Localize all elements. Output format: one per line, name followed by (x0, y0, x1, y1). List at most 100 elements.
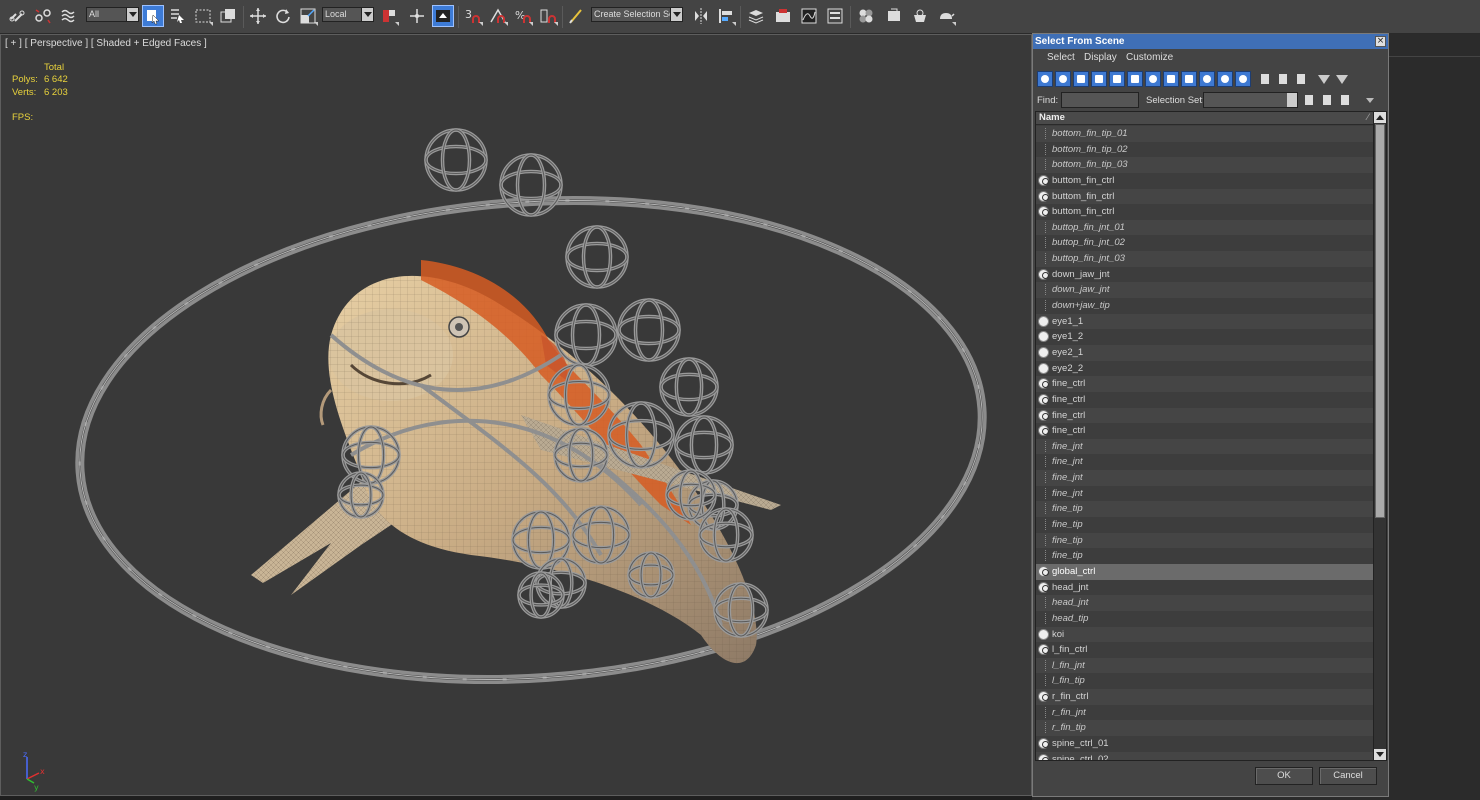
percent-snap-icon[interactable]: % (512, 5, 534, 27)
list-item[interactable]: eye1_2 (1036, 329, 1374, 345)
selection-set-add-icon[interactable] (1301, 92, 1317, 108)
display-groups-icon[interactable] (1145, 71, 1161, 87)
display-containers-icon[interactable] (1199, 71, 1215, 87)
layer-explorer-icon[interactable] (745, 5, 767, 27)
viewport-label[interactable]: [ + ] [ Perspective ] [ Shaded + Edged F… (5, 38, 207, 49)
list-item[interactable]: fine_tip (1036, 532, 1374, 549)
selection-filter-dropdown[interactable]: All (86, 7, 139, 22)
window-crossing-icon[interactable] (217, 5, 239, 27)
keyboard-shortcut-override-icon[interactable] (432, 5, 454, 27)
display-all-icon[interactable] (1257, 71, 1273, 87)
display-space-warps-icon[interactable] (1127, 71, 1143, 87)
list-item[interactable]: head_jnt (1036, 595, 1374, 611)
select-and-scale-icon[interactable] (297, 5, 319, 27)
bind-to-space-warp-icon[interactable] (58, 5, 80, 27)
list-item[interactable]: buttom_fin_ctrl (1036, 204, 1374, 220)
display-frozen-icon[interactable] (1217, 71, 1233, 87)
menu-display[interactable]: Display (1084, 52, 1117, 63)
list-item[interactable]: global_ctrl (1036, 563, 1374, 580)
toggle-ribbon-icon[interactable] (772, 5, 794, 27)
list-item[interactable]: down+jaw_tip (1036, 298, 1374, 314)
list-item[interactable]: fine_tip (1036, 501, 1374, 518)
list-item[interactable]: fine_tip (1036, 517, 1374, 533)
list-item[interactable]: bottom_fin_tip_03 (1036, 157, 1374, 173)
list-item[interactable]: r_fin_jnt (1036, 704, 1374, 721)
render-setup-icon[interactable] (883, 5, 905, 27)
angle-snap-icon[interactable] (487, 5, 509, 27)
display-hidden-icon[interactable] (1235, 71, 1251, 87)
scroll-down-icon[interactable] (1374, 749, 1386, 760)
list-item[interactable]: head_tip (1036, 610, 1374, 627)
select-and-move-icon[interactable] (247, 5, 269, 27)
selection-set-dropdown[interactable] (1203, 92, 1298, 108)
display-shapes-icon[interactable] (1055, 71, 1071, 87)
named-selection-set-dropdown[interactable]: Create Selection Se (591, 7, 683, 22)
perspective-viewport[interactable]: z x y [ + ] [ Perspective ] [ Shaded + E… (0, 34, 1032, 796)
list-item[interactable]: head_jnt (1036, 579, 1374, 596)
list-item[interactable]: l_fin_ctrl (1036, 642, 1374, 658)
list-item[interactable]: bottom_fin_tip_02 (1036, 141, 1374, 158)
list-item[interactable]: l_fin_jnt (1036, 657, 1374, 674)
list-item[interactable]: down_jaw_jnt (1036, 282, 1374, 299)
display-xrefs-icon[interactable] (1163, 71, 1179, 87)
select-object-icon[interactable] (142, 5, 164, 27)
align-icon[interactable] (715, 5, 737, 27)
list-item[interactable]: fine_ctrl (1036, 407, 1374, 424)
ok-button[interactable]: OK (1255, 767, 1313, 785)
list-item[interactable]: fine_ctrl (1036, 391, 1374, 408)
list-scrollbar[interactable] (1373, 112, 1386, 760)
list-item[interactable]: down_jaw_jnt (1036, 266, 1374, 283)
list-item[interactable]: fine_ctrl (1036, 376, 1374, 392)
scroll-thumb[interactable] (1375, 124, 1385, 518)
selection-set-edit-icon[interactable] (1337, 92, 1353, 108)
list-item[interactable]: r_fin_ctrl (1036, 689, 1374, 705)
scroll-up-icon[interactable] (1374, 112, 1386, 123)
list-item[interactable]: spine_ctrl_01 (1036, 735, 1374, 752)
snaps-toggle-icon[interactable]: 3 (462, 5, 484, 27)
column-header-name[interactable]: Name ⁄ (1036, 112, 1374, 125)
curve-editor-icon[interactable] (798, 5, 820, 27)
list-item[interactable]: r_fin_tip (1036, 720, 1374, 736)
list-item[interactable]: fine_tip (1036, 548, 1374, 564)
display-lights-icon[interactable] (1073, 71, 1089, 87)
selection-set-remove-icon[interactable] (1319, 92, 1335, 108)
list-item[interactable]: buttop_fin_jnt_03 (1036, 251, 1374, 267)
display-none-icon[interactable] (1275, 71, 1291, 87)
list-item[interactable]: fine_jnt (1036, 438, 1374, 455)
list-item[interactable]: fine_jnt (1036, 485, 1374, 502)
filter-icon[interactable] (1315, 71, 1331, 87)
scene-object-list[interactable]: Name ⁄ bottom_fin_tip_01 bottom_fin_tip_0… (1035, 111, 1387, 761)
list-item[interactable]: fine_jnt (1036, 454, 1374, 471)
spinner-snap-icon[interactable] (537, 5, 559, 27)
list-item[interactable]: buttop_fin_jnt_01 (1036, 219, 1374, 236)
dialog-title[interactable]: Select From Scene (1033, 34, 1388, 49)
display-helpers-icon[interactable] (1109, 71, 1125, 87)
display-cameras-icon[interactable] (1091, 71, 1107, 87)
rectangular-selection-region-icon[interactable] (192, 5, 214, 27)
display-bones-icon[interactable] (1181, 71, 1197, 87)
material-editor-icon[interactable] (855, 5, 877, 27)
select-and-rotate-icon[interactable] (272, 5, 294, 27)
list-item[interactable]: fine_ctrl (1036, 423, 1374, 439)
filter-options-icon[interactable] (1333, 71, 1349, 87)
mirror-icon[interactable] (690, 5, 712, 27)
select-and-link-icon[interactable] (6, 5, 28, 27)
cancel-button[interactable]: Cancel (1319, 767, 1377, 785)
select-and-manipulate-icon[interactable] (406, 5, 428, 27)
list-item[interactable]: buttop_fin_jnt_02 (1036, 235, 1374, 252)
list-item[interactable]: koi (1036, 626, 1374, 643)
expand-options-icon[interactable] (1366, 98, 1374, 103)
schematic-view-icon[interactable] (824, 5, 846, 27)
list-item[interactable]: spine_ctrl_02 (1036, 751, 1374, 760)
display-geometry-icon[interactable] (1037, 71, 1053, 87)
reference-coordinate-dropdown[interactable]: Local (322, 7, 374, 22)
rendered-frame-window-icon[interactable] (909, 5, 931, 27)
edit-named-selection-icon[interactable] (566, 5, 588, 27)
list-item[interactable]: eye1_1 (1036, 313, 1374, 330)
close-icon[interactable]: × (1375, 36, 1386, 47)
menu-select[interactable]: Select (1047, 52, 1075, 63)
menu-customize[interactable]: Customize (1126, 52, 1173, 63)
render-production-icon[interactable] (935, 5, 957, 27)
pivot-center-icon[interactable] (378, 5, 400, 27)
list-item[interactable]: eye2_1 (1036, 344, 1374, 361)
